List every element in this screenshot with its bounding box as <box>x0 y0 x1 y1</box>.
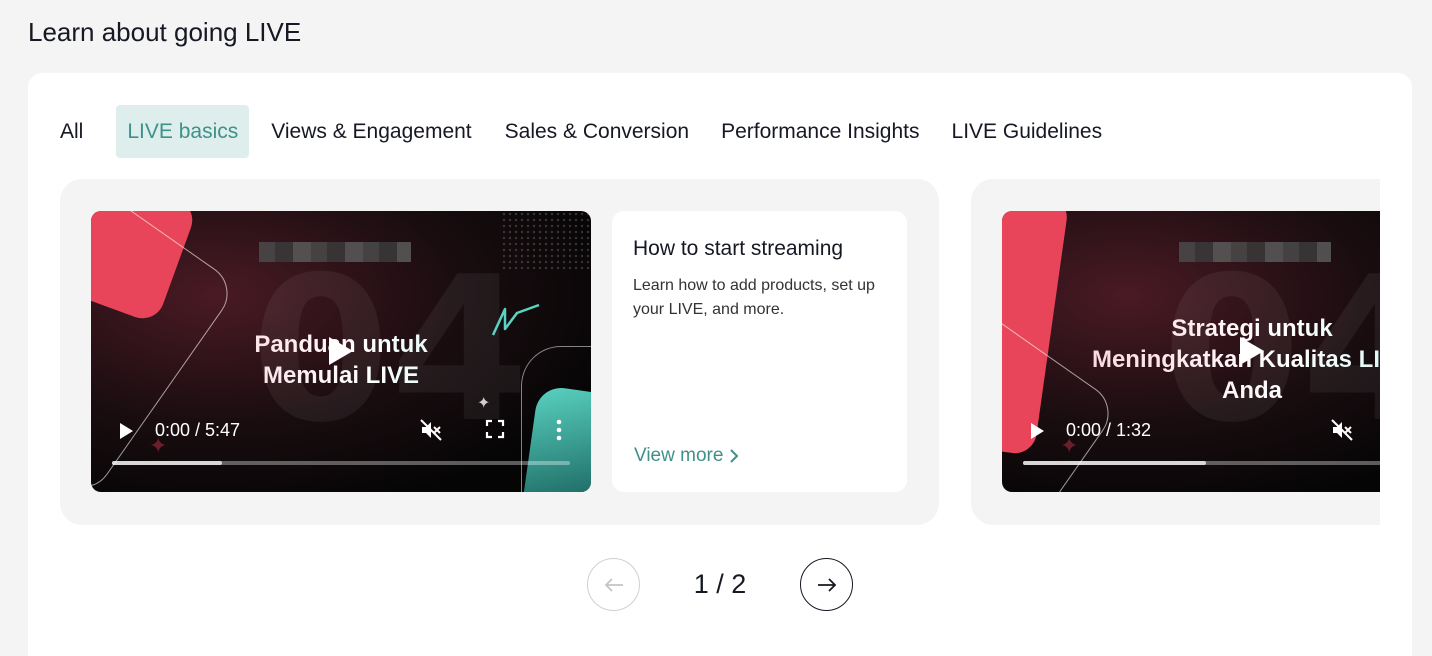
video-progress-bar[interactable] <box>112 461 570 465</box>
progress-buffered <box>1023 461 1207 465</box>
fullscreen-icon[interactable] <box>485 419 505 439</box>
progress-buffered <box>112 461 222 465</box>
video-title: Strategi untuk Meningkatkan Kualitas LIV… <box>1002 313 1380 406</box>
mute-icon[interactable] <box>419 418 443 442</box>
next-page-button[interactable] <box>800 558 853 611</box>
tab-sales-conversion[interactable]: Sales & Conversion <box>505 105 689 158</box>
tab-performance-insights[interactable]: Performance Insights <box>721 105 919 158</box>
info-panel: How to start streaming Learn how to add … <box>612 211 907 492</box>
pagination: 1 / 2 <box>587 558 853 611</box>
tab-live-guidelines[interactable]: LIVE Guidelines <box>952 105 1103 158</box>
video-player[interactable]: 04 ✦ ✦ Panduan untuk Memulai LIVE <box>91 211 591 492</box>
view-more-label: View more <box>634 445 724 466</box>
blurred-logo <box>259 242 411 262</box>
category-tabs: All LIVE basics Views & Engagement Sales… <box>60 105 1102 158</box>
learn-panel: All LIVE basics Views & Engagement Sales… <box>28 73 1412 656</box>
play-overlay-icon[interactable] <box>326 335 356 367</box>
video-player[interactable]: 04 ✦ Strategi untuk Meningkatkan Kualita… <box>1002 211 1380 492</box>
play-icon[interactable] <box>1029 422 1045 440</box>
info-description: Learn how to add products, set up your L… <box>633 277 875 318</box>
video-controls: 0:00 / 1:32 <box>1002 413 1380 447</box>
page-indicator: 1 / 2 <box>693 569 747 599</box>
cards-carousel: 04 ✦ ✦ Panduan untuk Memulai LIVE <box>60 179 1380 525</box>
play-overlay-icon[interactable] <box>1237 335 1267 367</box>
blurred-logo <box>1179 242 1331 262</box>
video-card: 04 ✦ ✦ Panduan untuk Memulai LIVE <box>60 179 939 525</box>
sparkle-icon: ✦ <box>477 395 491 412</box>
video-progress-bar[interactable] <box>1023 461 1380 465</box>
chevron-right-icon <box>730 449 739 463</box>
previous-page-button[interactable] <box>587 558 640 611</box>
page-title: Learn about going LIVE <box>28 17 302 47</box>
video-time: 0:00 / 5:47 <box>155 420 241 440</box>
view-more-link[interactable]: View more <box>634 443 739 469</box>
video-card: 04 ✦ Strategi untuk Meningkatkan Kualita… <box>971 179 1380 525</box>
tab-all[interactable]: All <box>60 105 83 158</box>
video-controls: 0:00 / 5:47 <box>91 413 591 447</box>
mute-icon[interactable] <box>1330 418 1354 442</box>
arrow-right-icon <box>817 577 836 592</box>
play-icon[interactable] <box>118 422 134 440</box>
tab-views-engagement[interactable]: Views & Engagement <box>271 105 471 158</box>
more-options-icon[interactable] <box>555 419 563 441</box>
info-title: How to start streaming <box>633 237 844 260</box>
arrow-left-icon <box>604 577 623 592</box>
tab-live-basics[interactable]: LIVE basics <box>116 105 250 158</box>
video-time: 0:00 / 1:32 <box>1066 420 1152 440</box>
